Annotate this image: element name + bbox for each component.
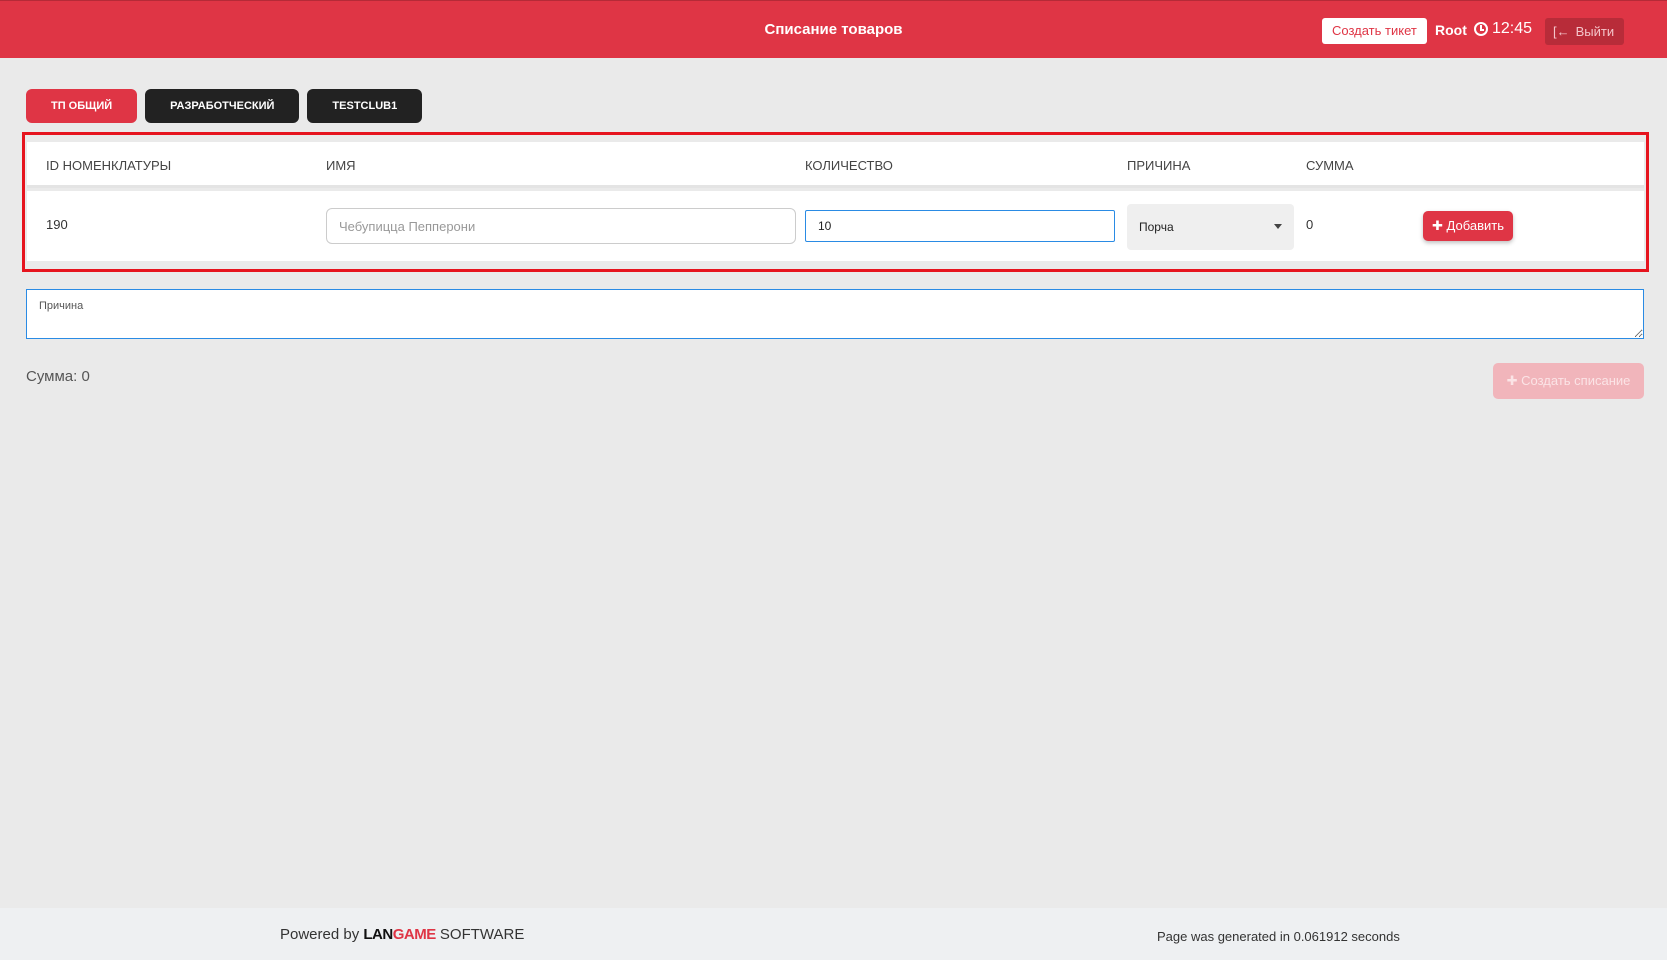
- header-id: ID НОМЕНКЛАТУРЫ: [46, 158, 172, 173]
- brand-part-game: GAME: [392, 926, 437, 943]
- table-row: 190 Порча 0 ✚ Добавить: [27, 191, 1644, 261]
- powered-prefix: Powered by: [280, 926, 360, 943]
- footer: Powered by LANGAME SOFTWARE Page was gen…: [0, 908, 1667, 960]
- header-reason: ПРИЧИНА: [1127, 158, 1191, 173]
- plus-icon: ✚: [1506, 373, 1518, 388]
- clock-time: 12:45: [1492, 20, 1533, 37]
- reason-textarea[interactable]: [26, 289, 1644, 339]
- item-id: 190: [46, 217, 68, 232]
- brand-part-lan: LAN: [363, 926, 393, 943]
- total-sum: Сумма: 0: [26, 368, 90, 385]
- header-sum: СУММА: [1306, 158, 1354, 173]
- create-writeoff-button[interactable]: ✚ Создать списание: [1493, 363, 1644, 399]
- create-ticket-button[interactable]: Создать тикет: [1322, 18, 1427, 44]
- header-name: ИМЯ: [326, 158, 356, 173]
- logout-label: Выйти: [1575, 24, 1615, 39]
- top-bar: Списание товаров Создать тикет Root 12:4…: [0, 0, 1667, 58]
- create-writeoff-label: Создать списание: [1521, 373, 1631, 388]
- powered-by: Powered by LANGAME SOFTWARE: [280, 926, 524, 943]
- user-name[interactable]: Root: [1435, 22, 1467, 38]
- tab-tp-general[interactable]: ТП ОБЩИЙ: [26, 89, 138, 123]
- chevron-down-icon: [1274, 224, 1282, 229]
- generation-time: Page was generated in 0.061912 seconds: [1157, 929, 1400, 944]
- name-input[interactable]: [326, 208, 796, 244]
- clock: 12:45: [1474, 20, 1532, 38]
- club-tabs: ТП ОБЩИЙ РАЗРАБОТЧЕСКИЙ TESTCLUB1: [26, 89, 423, 123]
- table-header: ID НОМЕНКЛАТУРЫ ИМЯ КОЛИЧЕСТВО ПРИЧИНА С…: [27, 142, 1644, 188]
- reason-select[interactable]: Порча: [1127, 204, 1294, 250]
- tab-testclub1[interactable]: TESTCLUB1: [307, 89, 423, 123]
- brand-logo: LANGAME: [363, 926, 437, 943]
- quantity-input[interactable]: [805, 210, 1115, 242]
- brand-suffix: SOFTWARE: [439, 926, 525, 943]
- reason-selected: Порча: [1139, 220, 1174, 234]
- logout-icon: [←: [1553, 24, 1570, 39]
- clock-icon: [1474, 22, 1488, 36]
- header-quantity: КОЛИЧЕСТВО: [805, 158, 893, 173]
- logout-button[interactable]: [← Выйти: [1545, 18, 1625, 45]
- add-button[interactable]: ✚ Добавить: [1423, 211, 1513, 241]
- row-sum: 0: [1306, 217, 1314, 232]
- add-label: Добавить: [1446, 218, 1504, 233]
- tab-developer[interactable]: РАЗРАБОТЧЕСКИЙ: [145, 89, 300, 123]
- plus-icon: ✚: [1432, 218, 1443, 233]
